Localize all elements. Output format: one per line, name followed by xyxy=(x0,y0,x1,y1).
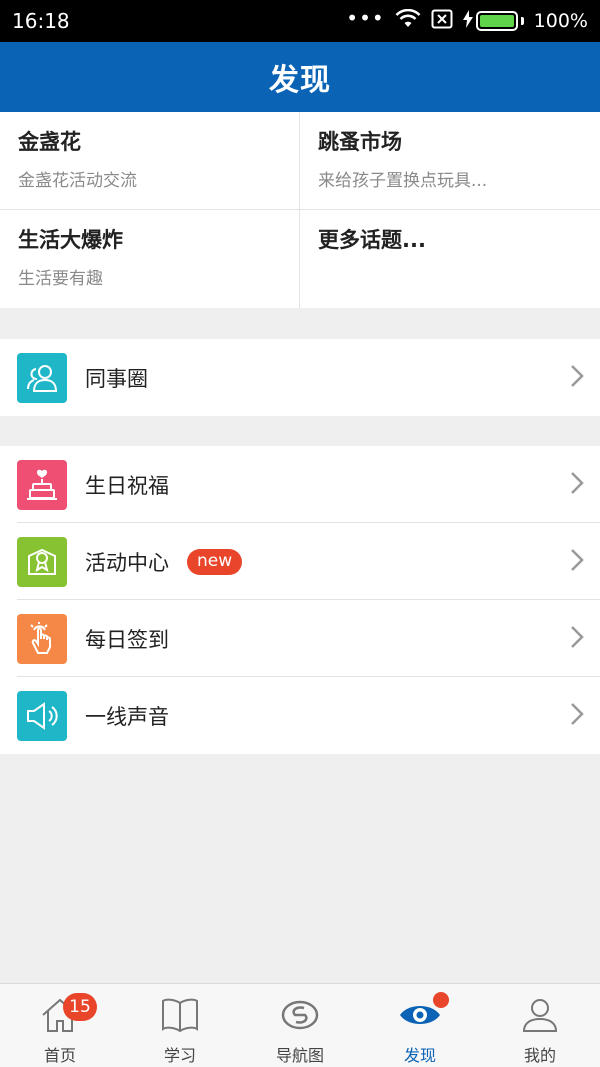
title-bar: 发现 xyxy=(0,42,600,112)
wifi-icon xyxy=(395,8,421,34)
battery-indicator xyxy=(462,9,524,33)
tab-home[interactable]: 15 首页 xyxy=(0,984,120,1067)
list-item-label: 生日祝福 xyxy=(85,473,169,498)
tab-study[interactable]: 学习 xyxy=(120,984,240,1067)
tab-mine[interactable]: 我的 xyxy=(480,984,600,1067)
discover-notification-dot xyxy=(433,992,449,1008)
tab-label: 发现 xyxy=(403,1046,436,1065)
colleagues-section: 同事圈 xyxy=(0,339,600,416)
topic-grid: 金盏花 金盏花活动交流 跳蚤市场 来给孩子置换点玩具... 生活大爆炸 生活要有… xyxy=(0,112,600,308)
list-item-colleagues[interactable]: 同事圈 xyxy=(0,339,600,416)
charging-icon xyxy=(462,9,473,33)
tab-label: 我的 xyxy=(523,1046,556,1065)
status-time: 16:18 xyxy=(12,9,70,33)
topic-more[interactable]: 更多话题... xyxy=(300,210,600,308)
chevron-right-icon xyxy=(570,702,584,730)
topic-title: 金盏花 xyxy=(18,130,81,154)
list-item-label: 同事圈 xyxy=(85,366,148,391)
topic-subtitle: 来给孩子置换点玩具... xyxy=(318,171,488,191)
topic-title: 更多话题... xyxy=(318,228,426,252)
status-indicators: ••• 100% xyxy=(346,6,588,34)
tab-navigation-map[interactable]: 导航图 xyxy=(240,984,360,1067)
birthday-cake-icon xyxy=(17,459,67,510)
navigation-map-icon xyxy=(280,994,320,1036)
megaphone-icon xyxy=(17,690,67,741)
topic-title: 跳蚤市场 xyxy=(318,130,402,154)
topic-calendula[interactable]: 金盏花 金盏花活动交流 xyxy=(0,112,300,210)
tap-hand-icon xyxy=(17,613,67,664)
chevron-right-icon xyxy=(570,625,584,653)
list-item-label: 活动中心 xyxy=(85,550,169,575)
topic-title: 生活大爆炸 xyxy=(18,228,123,252)
profile-icon xyxy=(520,994,560,1036)
tab-discover[interactable]: 发现 xyxy=(360,984,480,1067)
list-item-activity-center[interactable]: 活动中心 new xyxy=(0,523,600,600)
activity-badge-icon xyxy=(17,536,67,587)
colleagues-icon xyxy=(17,352,67,403)
battery-icon xyxy=(475,11,518,31)
chevron-right-icon xyxy=(570,471,584,499)
notification-count-badge: 15 xyxy=(63,993,97,1021)
bottom-tab-bar: 15 首页 学习 导航图 发现 我的 xyxy=(0,983,600,1067)
book-icon xyxy=(160,994,200,1036)
list-item-label: 每日签到 xyxy=(85,627,169,652)
topic-life-explosion[interactable]: 生活大爆炸 生活要有趣 xyxy=(0,210,300,308)
list-item-label: 一线声音 xyxy=(85,704,169,729)
topic-flea-market[interactable]: 跳蚤市场 来给孩子置换点玩具... xyxy=(300,112,600,210)
tab-label: 学习 xyxy=(163,1046,196,1065)
battery-percent: 100% xyxy=(533,10,588,32)
list-item-frontline-voice[interactable]: 一线声音 xyxy=(0,677,600,754)
tab-label: 导航图 xyxy=(275,1046,324,1065)
more-dots-icon: ••• xyxy=(346,6,385,30)
status-bar: 16:18 ••• 100% xyxy=(0,0,600,42)
features-section: 生日祝福 活动中心 new 每日签到 一线声音 xyxy=(0,446,600,754)
topic-subtitle: 金盏花活动交流 xyxy=(18,171,137,191)
new-badge: new xyxy=(187,548,243,575)
list-item-birthday[interactable]: 生日祝福 xyxy=(0,446,600,523)
tab-label: 首页 xyxy=(43,1046,76,1065)
chevron-right-icon xyxy=(570,364,584,392)
list-item-daily-checkin[interactable]: 每日签到 xyxy=(0,600,600,677)
page-title: 发现 xyxy=(269,63,331,98)
topic-subtitle: 生活要有趣 xyxy=(18,269,103,289)
chevron-right-icon xyxy=(570,548,584,576)
no-sim-icon xyxy=(431,9,453,34)
